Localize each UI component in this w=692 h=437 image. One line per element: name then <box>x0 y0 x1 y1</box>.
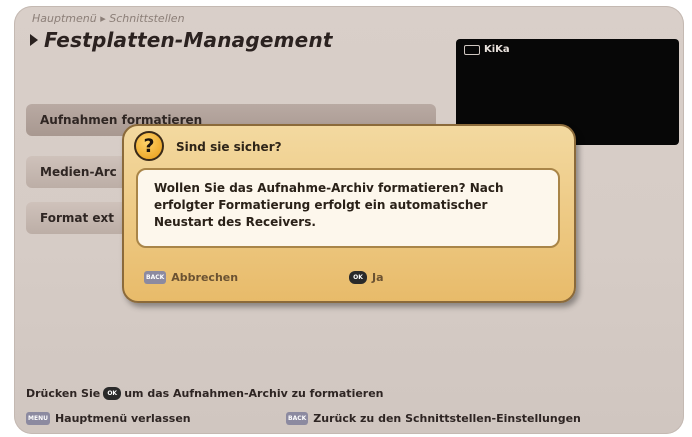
dialog-message: Wollen Sie das Aufnahme-Archiv formatier… <box>136 168 560 248</box>
dialog-title: Sind sie sicher? <box>176 140 282 154</box>
footer-left-label: Hauptmenü verlassen <box>54 412 191 425</box>
back-key-icon: BACK <box>286 412 309 425</box>
menu-item-label: Medien-Arc <box>40 165 117 179</box>
question-icon: ? <box>134 131 164 161</box>
ok-key-icon: OK <box>103 387 122 400</box>
breadcrumb: Hauptmenü ▸ Schnittstellen <box>32 12 185 25</box>
title-row: Festplatten-Management <box>30 28 333 52</box>
channel-tag: KiKa <box>464 44 510 55</box>
tv-icon <box>464 44 480 55</box>
channel-name: KiKa <box>484 44 510 55</box>
ok-button[interactable]: OK Ja <box>349 271 384 284</box>
cancel-button[interactable]: BACK Abbrechen <box>144 271 238 284</box>
page-title: Festplatten-Management <box>44 28 333 52</box>
confirm-dialog: ? Sind sie sicher? Wollen Sie das Aufnah… <box>122 124 576 303</box>
ok-key-icon: OK <box>349 271 367 284</box>
menu-key-icon: MENU <box>26 412 50 425</box>
footer-right-label: Zurück zu den Schnittstellen-Einstellung… <box>313 412 581 425</box>
menu-item-label: Format ext <box>40 211 115 225</box>
footer-back[interactable]: BACK Zurück zu den Schnittstellen-Einste… <box>286 412 581 425</box>
hint-text: Drücken Sie OK um das Aufnahmen-Archiv z… <box>26 387 384 400</box>
back-key-icon: BACK <box>144 271 167 284</box>
ok-label: Ja <box>372 271 384 284</box>
hint-prefix: Drücken Sie <box>26 387 101 400</box>
screen: Hauptmenü ▸ Schnittstellen Festplatten-M… <box>14 6 684 434</box>
cancel-label: Abbrechen <box>171 271 239 284</box>
footer-exit-menu[interactable]: MENU Hauptmenü verlassen <box>26 412 191 425</box>
hint-suffix: um das Aufnahmen-Archiv zu formatieren <box>124 387 384 400</box>
title-arrow-icon <box>30 34 38 46</box>
